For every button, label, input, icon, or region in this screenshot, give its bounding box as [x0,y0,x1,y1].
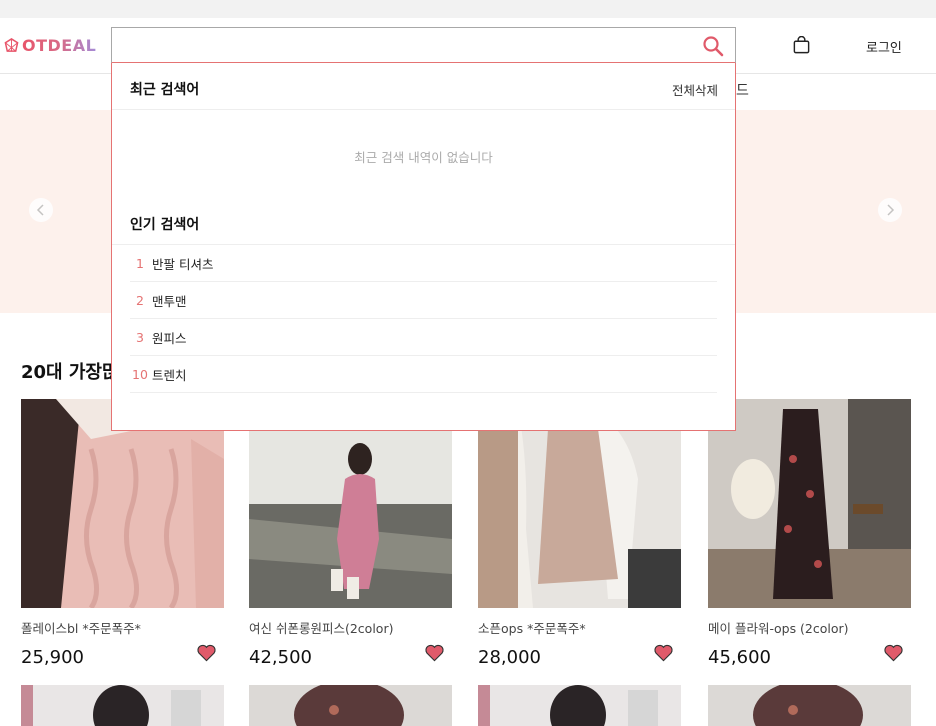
heart-icon[interactable] [197,644,216,662]
product-name[interactable]: 여신 쉬폰롱원피스(2color) [249,618,452,637]
shopping-bag-icon[interactable] [792,36,811,55]
product-image[interactable] [708,685,911,726]
product-name[interactable]: 폴레이스bl *주문폭주* [21,618,224,637]
recent-search-header: 최근 검색어 전체삭제 [112,63,735,110]
product-price: 45,600 [708,647,771,668]
search-dropdown: 최근 검색어 전체삭제 최근 검색 내역이 없습니다 인기 검색어 1 반팔 티… [111,63,736,431]
logo-mark-icon [4,38,19,52]
clear-all-button[interactable]: 전체삭제 [672,80,718,99]
popular-term[interactable]: 트렌치 [152,365,187,384]
popular-search-item[interactable]: 2 맨투맨 [130,282,717,319]
popular-search-title: 인기 검색어 [130,217,200,233]
search-icon[interactable] [702,35,724,57]
popular-term[interactable]: 맨투맨 [152,291,187,310]
popular-search-item[interactable]: 10 트렌치 [130,356,717,393]
product-card[interactable]: 폴레이스bl *주문폭주* 25,900 [21,399,224,668]
popular-term[interactable]: 원피스 [152,328,187,347]
popular-term[interactable]: 반팔 티셔츠 [152,254,213,273]
product-image[interactable] [21,685,224,726]
recent-search-empty: 최근 검색 내역이 없습니다 [354,150,493,165]
banner-next-button[interactable] [878,198,902,222]
popular-search-item[interactable]: 3 원피스 [130,319,717,356]
chevron-left-icon [36,204,44,216]
product-price: 28,000 [478,647,541,668]
product-image[interactable] [708,399,911,608]
product-image[interactable] [249,685,452,726]
search-input[interactable] [122,35,682,57]
search-bar [111,27,736,64]
product-image[interactable] [478,685,681,726]
login-link[interactable]: 로그인 [866,37,902,56]
popular-rank: 1 [136,255,144,271]
product-price: 25,900 [21,647,84,668]
product-name[interactable]: 소픈ops *주문폭주* [478,618,681,637]
product-name[interactable]: 메이 플라워-ops (2color) [708,618,911,637]
heart-icon[interactable] [654,644,673,662]
heart-icon[interactable] [884,644,903,662]
product-card[interactable]: 소픈ops *주문폭주* 28,000 [478,399,681,668]
popular-search-list: 1 반팔 티셔츠 2 맨투맨 3 원피스 10 트렌치 [112,244,735,393]
section-title: 20대 가장많 [21,362,119,383]
popular-rank: 10 [132,366,148,382]
logo[interactable]: OTDEAL [4,36,96,55]
chevron-right-icon [887,204,895,216]
subnav-item-partial[interactable]: 드 [736,80,749,100]
logo-text: OTDEAL [22,36,97,55]
heart-icon[interactable] [425,644,444,662]
banner-prev-button[interactable] [29,198,53,222]
popular-rank: 3 [136,329,144,345]
top-strip [0,0,936,18]
popular-rank: 2 [136,292,144,308]
product-card[interactable]: 여신 쉬폰롱원피스(2color) 42,500 [249,399,452,668]
product-price: 42,500 [249,647,312,668]
product-card[interactable]: 메이 플라워-ops (2color) 45,600 [708,399,911,668]
popular-search-item[interactable]: 1 반팔 티셔츠 [130,245,717,282]
recent-search-title: 최근 검색어 [130,82,200,98]
